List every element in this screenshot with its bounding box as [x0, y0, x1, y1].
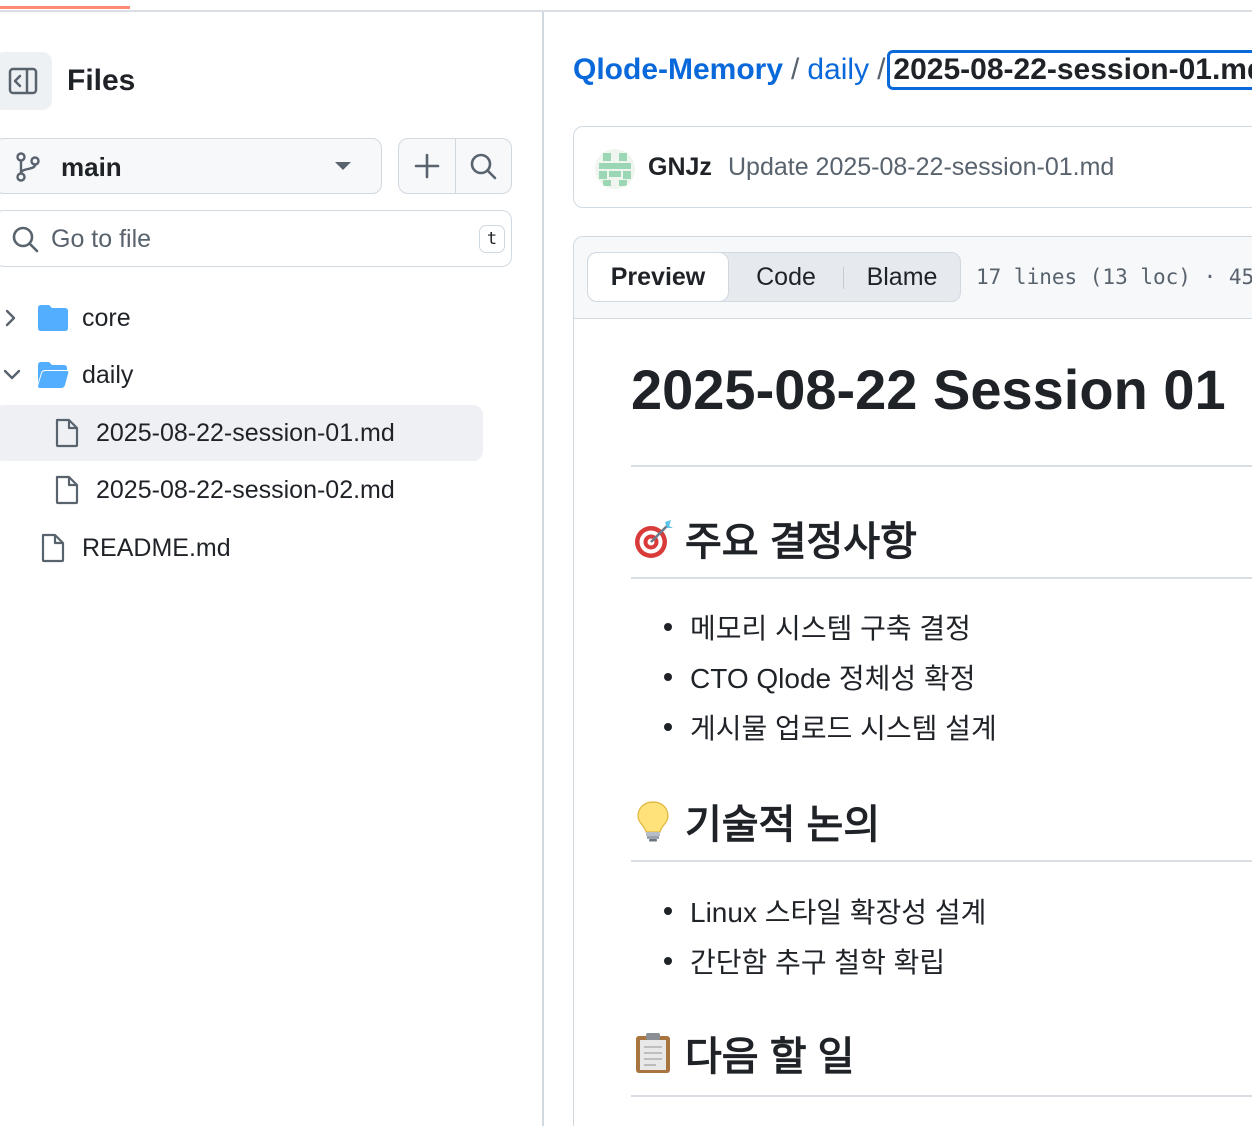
section-heading: 주요 결정사항 [631, 509, 917, 567]
breadcrumb-repo-link[interactable]: Qlode-Memory [573, 53, 783, 87]
file-tree-sidebar: Files main Go to file t core daily 2025-… [0, 12, 544, 1126]
bullet-list: 메모리 시스템 구축 결정 CTO Qlode 정체성 확정 게시물 업로드 시… [631, 602, 997, 752]
sidebar-collapse-icon [8, 67, 38, 95]
list-item: Linux 스타일 확장성 설계 [631, 886, 986, 936]
tree-item-session-01[interactable]: 2025-08-22-session-01.md [0, 405, 483, 461]
chevron-down-icon [335, 162, 351, 170]
tree-item-label: 2025-08-22-session-01.md [96, 419, 395, 447]
tree-item-readme[interactable]: README.md [0, 520, 540, 576]
keyboard-shortcut-hint: t [479, 225, 505, 253]
branch-name: main [61, 152, 122, 182]
heading-rule [631, 577, 1252, 579]
list-item: 간단함 추구 철학 확립 [631, 936, 986, 986]
tree-item-session-02[interactable]: 2025-08-22-session-02.md [0, 462, 540, 518]
target-icon [635, 520, 673, 558]
identicon-icon [595, 149, 635, 189]
section-heading-text: 기술적 논의 [685, 803, 881, 847]
bullet-list: Linux 스타일 확장성 설계 간단함 추구 철학 확립 [631, 886, 986, 986]
commit-message[interactable]: Update 2025-08-22-session-01.md [728, 153, 1114, 182]
top-nav-bar [0, 0, 1252, 12]
tree-item-core[interactable]: core [0, 290, 540, 346]
file-header: Preview Code Blame 17 lines (13 loc) · 4… [574, 237, 1252, 319]
file-icon [55, 475, 79, 505]
clipboard-icon [636, 1033, 670, 1073]
search-icon [470, 153, 497, 180]
tree-actions [398, 138, 512, 194]
section-heading-text: 다음 할 일 [685, 1035, 855, 1079]
breadcrumb-folder-link[interactable]: daily [807, 53, 869, 87]
markdown-title: 2025-08-22 Session 01 [631, 358, 1226, 421]
file-icon [41, 533, 65, 563]
breadcrumb: Qlode-Memory / daily / 2025-08-22-sessio… [573, 50, 1252, 90]
section-heading: 다음 할 일 [631, 1024, 854, 1082]
heading-rule [631, 860, 1252, 862]
tab-preview[interactable]: Preview [587, 252, 729, 302]
lightbulb-icon [637, 801, 669, 842]
branch-selector[interactable]: main [0, 138, 382, 194]
collapse-sidebar-button[interactable] [0, 52, 52, 110]
breadcrumb-current-file[interactable]: 2025-08-22-session-01.md [887, 50, 1252, 90]
file-stats: 17 lines (13 loc) · 45 [976, 265, 1252, 289]
tab-code[interactable]: Code [729, 253, 843, 301]
latest-commit-bar: GNJz Update 2025-08-22-session-01.md [573, 126, 1252, 208]
tree-item-label: 2025-08-22-session-02.md [96, 476, 395, 504]
chevron-right-icon [5, 309, 16, 327]
active-tab-underline [0, 6, 130, 9]
chevron-down-icon [3, 369, 21, 380]
file-content-box: Preview Code Blame 17 lines (13 loc) · 4… [573, 236, 1252, 1126]
avatar[interactable] [595, 149, 635, 189]
go-to-file-input[interactable] [51, 223, 451, 255]
breadcrumb-separator: / [791, 53, 800, 86]
folder-icon [38, 305, 68, 331]
add-file-button[interactable] [399, 139, 455, 193]
commit-author[interactable]: GNJz [648, 153, 712, 182]
tree-item-label: core [82, 304, 131, 332]
breadcrumb-separator: / [877, 53, 886, 86]
sidebar-title: Files [67, 64, 136, 97]
heading-rule [631, 1095, 1252, 1097]
heading-rule [631, 465, 1252, 467]
plus-icon [414, 153, 440, 179]
go-to-file-box: t [0, 210, 512, 267]
folder-open-icon [38, 362, 69, 388]
tab-blame[interactable]: Blame [844, 253, 960, 301]
file-view: Qlode-Memory / daily / 2025-08-22-sessio… [544, 12, 1252, 1126]
file-icon [55, 418, 79, 448]
section-heading: 기술적 논의 [631, 792, 880, 850]
section-heading-text: 주요 결정사항 [685, 520, 917, 564]
tree-item-daily[interactable]: daily [0, 347, 540, 403]
tree-item-label: README.md [82, 534, 231, 562]
list-item: 메모리 시스템 구축 결정 [631, 602, 997, 652]
tree-item-label: daily [82, 361, 134, 389]
search-files-button[interactable] [454, 139, 512, 193]
list-item: CTO Qlode 정체성 확정 [631, 652, 997, 702]
list-item: 게시물 업로드 시스템 설계 [631, 702, 997, 752]
search-icon [12, 226, 39, 253]
view-mode-segmented-control: Preview Code Blame [587, 252, 961, 302]
git-branch-icon [16, 152, 40, 182]
